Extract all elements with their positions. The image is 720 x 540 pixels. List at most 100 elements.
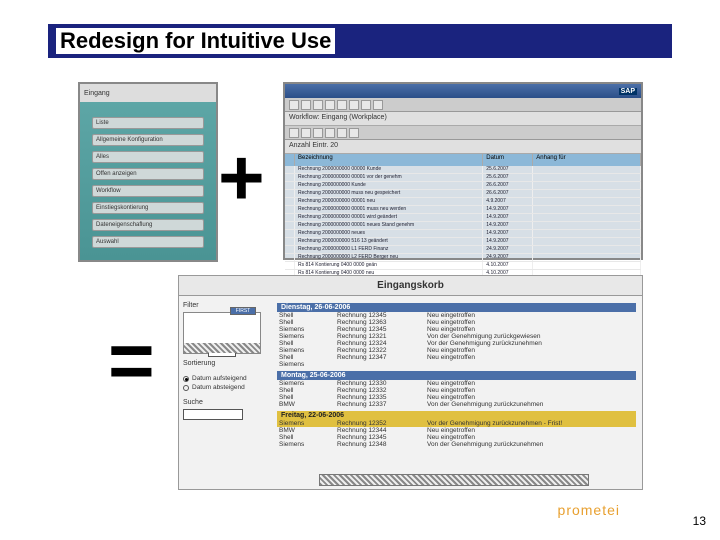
toolbar-icon[interactable] xyxy=(313,100,323,110)
table-row[interactable]: Rechnung 2000000000 00000 Kunde25.6.2007 xyxy=(285,166,641,174)
table-row[interactable]: Rechnung 2000000000 00001 wird geändert1… xyxy=(285,214,641,222)
sap-filter-row: Anzahl Eintr. 20 xyxy=(285,140,641,154)
plus-symbol: + xyxy=(218,132,265,224)
filter-label: Anzahl Eintr. xyxy=(289,142,328,149)
list-item[interactable]: SiemensRechnung 12352Vor der Genehmigung… xyxy=(277,420,636,427)
table-row[interactable]: Rechnung 2000000000 L1 FERD Finanz24.9.2… xyxy=(285,246,641,254)
mockup-main: Dienstag, 26-06-2006ShellRechnung 12345N… xyxy=(271,296,642,481)
equals-symbol: = xyxy=(108,315,155,407)
day-header: Montag, 25-06-2006 xyxy=(277,371,636,380)
mockup-body: Filter FIRST Alle Sortierung Datum aufst… xyxy=(179,296,642,481)
list-item[interactable]: SiemensRechnung 12345Neu eingetroffen xyxy=(277,326,636,333)
toolbar-icon[interactable] xyxy=(337,128,347,138)
list-item[interactable]: ShellRechnung 12335Neu eingetroffen xyxy=(277,394,636,401)
day-header: Freitag, 22-06-2006 xyxy=(277,411,636,420)
radio-dot-icon xyxy=(183,376,189,382)
toolbar-icon[interactable] xyxy=(325,100,335,110)
toolbar-icon[interactable] xyxy=(325,128,335,138)
radio-asc[interactable]: Datum aufsteigend xyxy=(183,375,267,382)
sap-logo: SAP xyxy=(619,88,637,95)
menu-button[interactable]: Offen anzeigen xyxy=(92,168,204,180)
brand-logo: prometei xyxy=(558,502,620,518)
sap-toolbar-2 xyxy=(285,126,641,140)
table-row[interactable]: Rechnung 2000000000 00001 vor der genehm… xyxy=(285,174,641,182)
list-item[interactable]: ShellRechnung 12345Neu eingetroffen xyxy=(277,312,636,319)
search-input[interactable] xyxy=(183,409,243,420)
sap-titlebar: SAP xyxy=(285,84,641,98)
sap-subtitle: Workflow: Eingang (Workplace) xyxy=(285,112,641,126)
screenshot-menu-body: Liste Allgemeine Konfiguration Alles Off… xyxy=(80,102,216,257)
table-row[interactable]: Rechnung 2000000000 neues14.9.2007 xyxy=(285,230,641,238)
page-number: 13 xyxy=(693,514,706,528)
toolbar-icon[interactable] xyxy=(301,100,311,110)
col-desc: Bezeichnung xyxy=(295,154,483,166)
calendar-widget[interactable]: FIRST Alle xyxy=(183,312,261,354)
col-date: Datum xyxy=(483,154,533,166)
table-row[interactable]: Rechnung 2000000000 00001 neu4.9.2007 xyxy=(285,198,641,206)
list-item[interactable]: ShellRechnung 12332Neu eingetroffen xyxy=(277,387,636,394)
list-item[interactable]: SiemensRechnung 12321Von der Genehmigung… xyxy=(277,333,636,340)
sap-table-body: Rechnung 2000000000 00000 Kunde25.6.2007… xyxy=(285,166,641,284)
slide-stage: Eingang Liste Allgemeine Konfiguration A… xyxy=(48,70,672,512)
sap-table-header: Bezeichnung Datum Anhang für xyxy=(285,154,641,166)
screenshot-menu: Eingang Liste Allgemeine Konfiguration A… xyxy=(78,82,218,262)
table-row[interactable]: Rechnung 2000000000 516 13 geändert14.9.… xyxy=(285,238,641,246)
radio-dot-icon xyxy=(183,385,189,391)
toolbar-icon[interactable] xyxy=(313,128,323,138)
list-item[interactable]: BMWRechnung 12337Von der Genehmigung zur… xyxy=(277,401,636,408)
search-label: Suche xyxy=(183,399,267,406)
radio-asc-label: Datum aufsteigend xyxy=(192,375,247,382)
table-row[interactable]: Rechnung 2000000000 L2 FERD Berger neu24… xyxy=(285,254,641,262)
table-row[interactable]: Rechnung 2000000000 00001 muss neu werde… xyxy=(285,206,641,214)
menu-button[interactable]: Auswahl xyxy=(92,236,204,248)
redesign-mockup: Eingangskorb Filter FIRST Alle Sortierun… xyxy=(178,275,643,490)
toolbar-icon[interactable] xyxy=(349,128,359,138)
list-item[interactable]: SiemensRechnung 12322Neu eingetroffen xyxy=(277,347,636,354)
list-item[interactable]: Siemens xyxy=(277,361,636,368)
table-row[interactable]: Rs 814 Kontierung 0400 0000 geän4.10.200… xyxy=(285,262,641,270)
toolbar-icon[interactable] xyxy=(349,100,359,110)
mockup-title: Eingangskorb xyxy=(179,276,642,296)
menu-button[interactable]: Alles xyxy=(92,151,204,163)
list-item[interactable]: ShellRechnung 12363Neu eingetroffen xyxy=(277,319,636,326)
table-row[interactable]: Rechnung 2000000000 00001 neues Stand ge… xyxy=(285,222,641,230)
menu-button[interactable]: Einstiegskontierung xyxy=(92,202,204,214)
day-header: Dienstag, 26-06-2006 xyxy=(277,303,636,312)
list-item[interactable]: SiemensRechnung 12348Von der Genehmigung… xyxy=(277,441,636,448)
menu-button[interactable]: Liste xyxy=(92,117,204,129)
col-check xyxy=(285,154,295,166)
list-item[interactable]: ShellRechnung 12345Neu eingetroffen xyxy=(277,434,636,441)
radio-desc[interactable]: Datum absteigend xyxy=(183,384,267,391)
toolbar-icon[interactable] xyxy=(361,100,371,110)
sort-label: Sortierung xyxy=(183,360,267,367)
mockup-footer-slab xyxy=(319,474,589,486)
alle-button[interactable]: Alle xyxy=(208,347,236,357)
menu-button[interactable]: Workflow xyxy=(92,185,204,197)
radio-desc-label: Datum absteigend xyxy=(192,384,245,391)
toolbar-icon[interactable] xyxy=(289,128,299,138)
sap-toolbar xyxy=(285,98,641,112)
mockup-sidebar: Filter FIRST Alle Sortierung Datum aufst… xyxy=(179,296,271,481)
bottom-row: = Eingangskorb Filter FIRST Alle Sortier… xyxy=(48,275,672,512)
menu-button[interactable]: Allgemeine Konfiguration xyxy=(92,134,204,146)
table-row[interactable]: Rechnung 2000000000 Kunde26.6.2007 xyxy=(285,182,641,190)
toolbar-icon[interactable] xyxy=(301,128,311,138)
list-item[interactable]: ShellRechnung 12347Neu eingetroffen xyxy=(277,354,636,361)
top-row: Eingang Liste Allgemeine Konfiguration A… xyxy=(48,82,672,272)
slide-title-bar: Redesign for Intuitive Use xyxy=(48,24,672,61)
screenshot-sap: SAP Workflow: Eingang (Workplace) Anzahl… xyxy=(283,82,643,260)
filter-value: 20 xyxy=(330,142,338,149)
sort-radios: Datum aufsteigend Datum absteigend xyxy=(183,375,267,391)
slide-title: Redesign for Intuitive Use xyxy=(56,28,335,54)
brand-name: prometei xyxy=(558,502,620,518)
toolbar-icon[interactable] xyxy=(337,100,347,110)
list-item[interactable]: ShellRechnung 12324Vor der Genehmigung z… xyxy=(277,340,636,347)
toolbar-icon[interactable] xyxy=(289,100,299,110)
col-att: Anhang für xyxy=(533,154,641,166)
list-item[interactable]: SiemensRechnung 12330Neu eingetroffen xyxy=(277,380,636,387)
menu-button[interactable]: Dateneigenschaflung xyxy=(92,219,204,231)
cal-tab-top[interactable]: FIRST xyxy=(230,307,256,315)
list-item[interactable]: BMWRechnung 12344Neu eingetroffen xyxy=(277,427,636,434)
table-row[interactable]: Rechnung 2000000000 muss neu gespeichert… xyxy=(285,190,641,198)
toolbar-icon[interactable] xyxy=(373,100,383,110)
